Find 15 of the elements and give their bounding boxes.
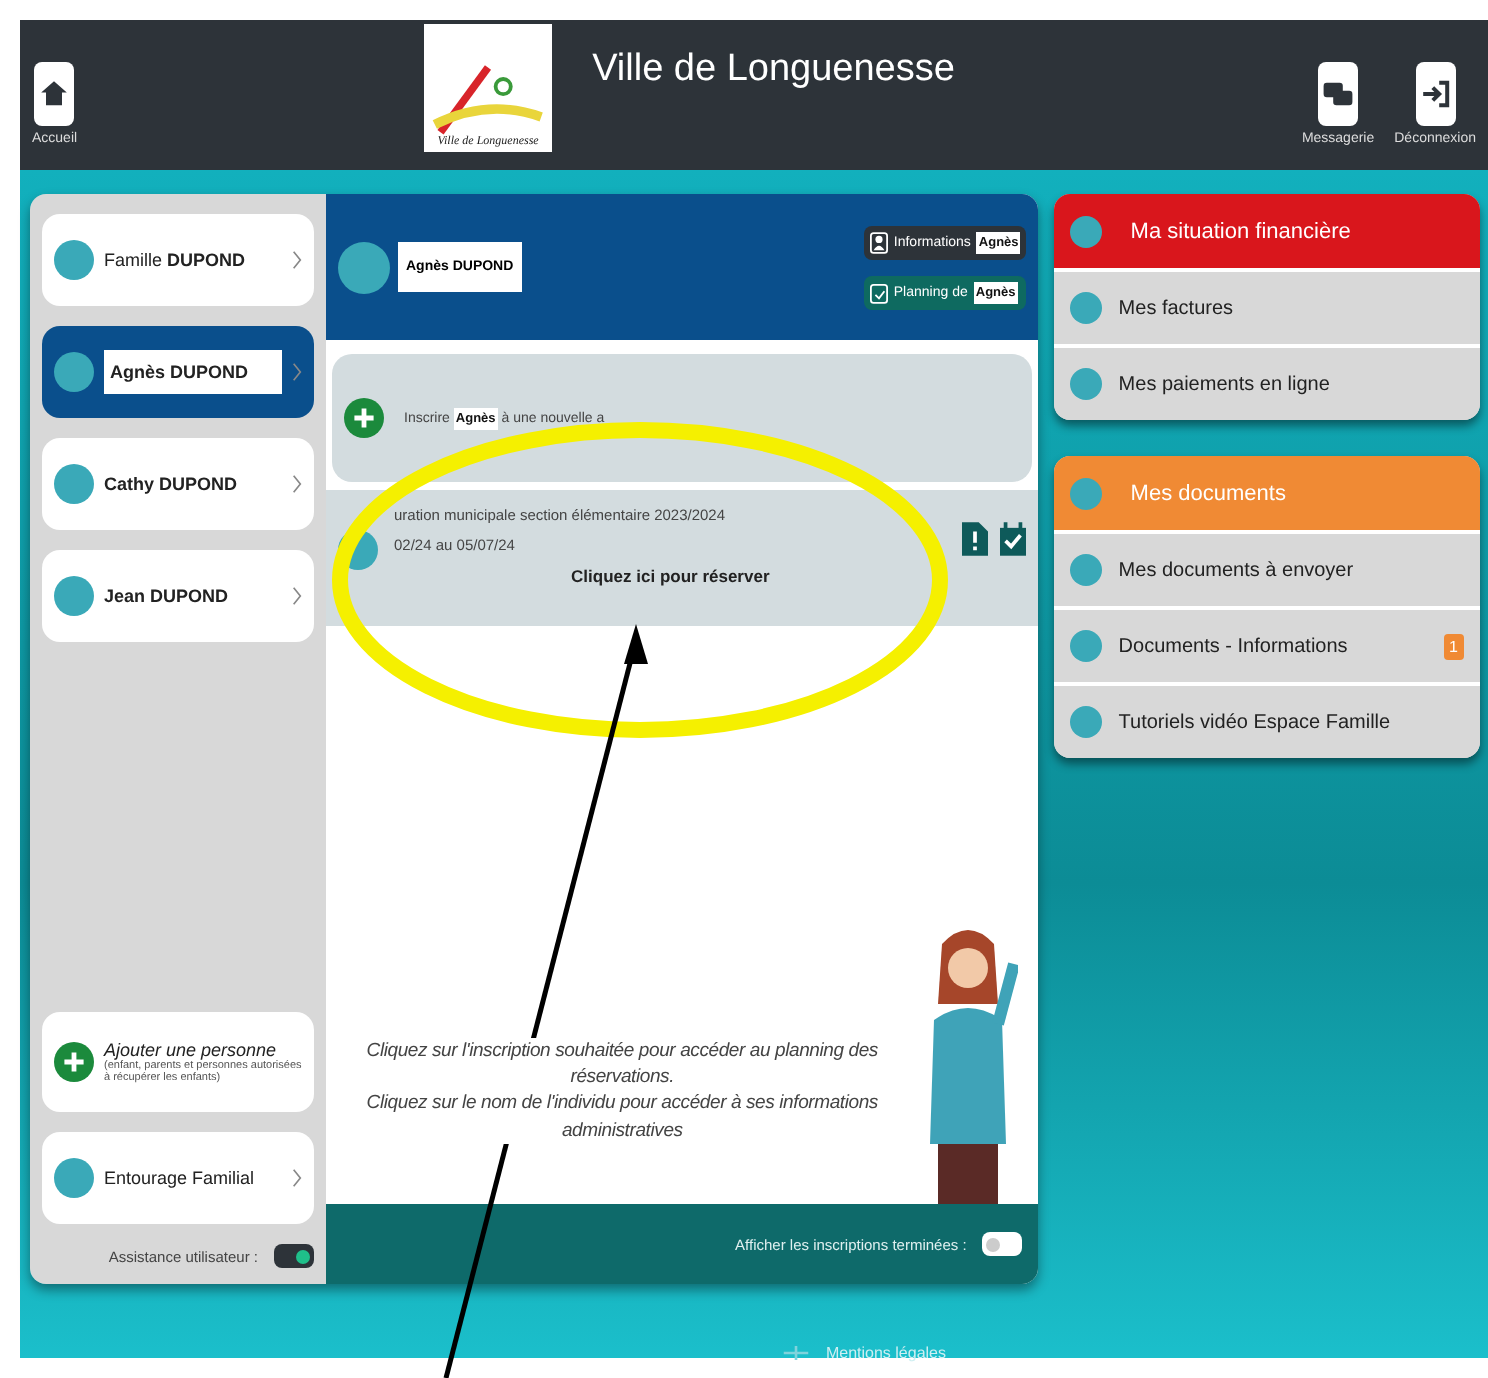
card-header: Mes documents xyxy=(1054,456,1480,530)
reserve-link[interactable]: Cliquez ici pour réserver xyxy=(394,566,947,586)
menu-item[interactable]: Tutoriels vidéo Espace Famille xyxy=(1054,682,1480,758)
menu-item[interactable]: Mes documents à envoyer xyxy=(1054,530,1480,606)
card-header: Ma situation financière xyxy=(1054,194,1480,268)
person-item[interactable]: Agnès DUPOND xyxy=(42,326,314,418)
menu-item[interactable]: Mes factures xyxy=(1054,268,1480,344)
site-title: Ville de Longuenesse xyxy=(592,48,955,92)
count-badge: 1 xyxy=(1443,633,1464,659)
menu-item[interactable]: Mes paiements en ligne xyxy=(1054,344,1480,420)
person-item[interactable]: Jean DUPOND xyxy=(42,550,314,642)
entourage-item[interactable]: Entourage Familial xyxy=(42,1132,314,1224)
person-item[interactable]: Cathy DUPOND xyxy=(42,438,314,530)
menu-item[interactable]: Documents - Informations 1 xyxy=(1054,606,1480,682)
person-item[interactable]: Famille DUPOND xyxy=(42,214,314,306)
